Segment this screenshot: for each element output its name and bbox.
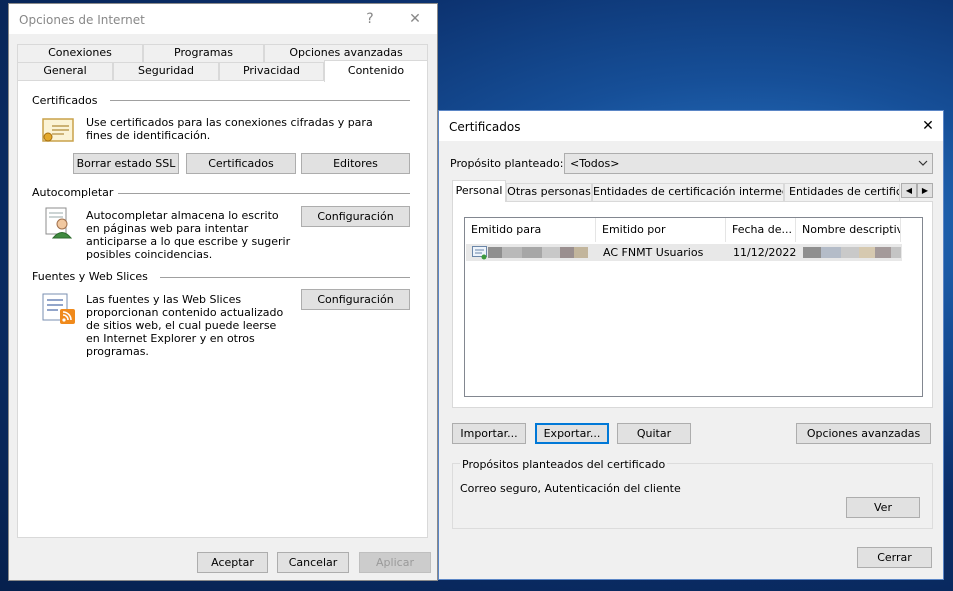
certificate-icon [42,117,74,148]
import-button[interactable]: Importar... [452,423,526,444]
tab-conexiones[interactable]: Conexiones [17,44,143,62]
redacted-name [522,247,542,258]
cancel-button[interactable]: Cancelar [277,552,349,573]
certificates-group-title: Certificados [32,94,102,107]
ok-button[interactable]: Aceptar [197,552,268,573]
tab-personal[interactable]: Personal [452,180,506,202]
tab-otras-personas[interactable]: Otras personas [506,183,592,201]
tab-entidades-raiz[interactable]: Entidades de certificac [784,183,900,201]
table-row[interactable]: AC FNMT Usuarios 11/12/2022 [466,244,902,261]
certificates-dialog: Certificados ✕ Propósito planteado: <Tod… [438,110,944,580]
group-divider [160,277,410,278]
redacted-friendly-name [891,247,901,258]
issued-by-cell: AC FNMT Usuarios [603,246,704,259]
redacted-friendly-name [859,247,875,258]
autocomplete-group-title: Autocompletar [32,186,118,199]
certificates-button[interactable]: Certificados [186,153,296,174]
certificate-list[interactable]: Emitido para Emitido por Fecha de... Nom… [464,217,923,397]
feeds-group-title: Fuentes y Web Slices [32,270,152,283]
tab-contenido[interactable]: Contenido [324,60,428,82]
feeds-description: Las fuentes y las Web Slices proporciona… [86,293,284,358]
internet-options-window: Opciones de Internet ? ✕ Conexiones Prog… [8,3,438,581]
redacted-name [542,247,560,258]
purposes-group-title: Propósitos planteados del certificado [460,458,668,471]
feeds-rss-icon [42,293,76,328]
column-header-date[interactable]: Fecha de... [726,218,796,242]
tab-scroll-left-icon[interactable]: ◀ [901,183,917,198]
tab-entidades-intermedias[interactable]: Entidades de certificación intermedias [592,183,784,201]
redacted-friendly-name [803,247,821,258]
column-header-friendly-name[interactable]: Nombre descriptivo [796,218,901,242]
redacted-friendly-name [875,247,891,258]
content-tab-panel: Certificados Use certificados para las c… [17,80,428,538]
remove-button[interactable]: Quitar [617,423,691,444]
dialog-title: Certificados [449,120,521,134]
title-bar: Opciones de Internet ? ✕ [9,4,437,34]
personal-tab-panel: Emitido para Emitido por Fecha de... Nom… [452,201,933,408]
tab-programas[interactable]: Programas [143,44,264,62]
purposes-value: Correo seguro, Autenticación del cliente [460,482,681,495]
export-button[interactable]: Exportar... [535,423,609,444]
tab-scroll-right-icon[interactable]: ▶ [917,183,933,198]
close-dialog-button[interactable]: Cerrar [857,547,932,568]
autocomplete-description: Autocompletar almacena lo escrito en pág… [86,209,291,261]
tab-general[interactable]: General [17,62,113,80]
redacted-name [574,247,588,258]
redacted-friendly-name [841,247,859,258]
tab-privacidad[interactable]: Privacidad [219,62,324,80]
purpose-label: Propósito planteado: [450,157,564,170]
date-cell: 11/12/2022 [733,246,797,259]
apply-button[interactable]: Aplicar [359,552,431,573]
certificate-purposes-group: Propósitos planteados del certificado Co… [452,458,933,529]
close-button[interactable]: ✕ [913,115,943,137]
purpose-select[interactable]: <Todos> [564,153,933,174]
advanced-options-button[interactable]: Opciones avanzadas [796,423,931,444]
redacted-name [502,247,522,258]
close-button[interactable]: ✕ [400,8,430,30]
window-title: Opciones de Internet [19,13,145,27]
redacted-name [560,247,574,258]
certificate-row-icon [472,245,488,263]
column-header-issued-to[interactable]: Emitido para [465,218,596,242]
purpose-select-value: <Todos> [570,157,620,170]
redacted-friendly-name [821,247,841,258]
group-divider [118,193,410,194]
publishers-button[interactable]: Editores [301,153,410,174]
column-header-issued-by[interactable]: Emitido por [596,218,726,242]
help-button[interactable]: ? [355,8,385,30]
tab-seguridad[interactable]: Seguridad [113,62,219,80]
redacted-name [488,247,502,258]
clear-ssl-state-button[interactable]: Borrar estado SSL [73,153,179,174]
feeds-settings-button[interactable]: Configuración [301,289,410,310]
chevron-down-icon [918,154,928,179]
autocomplete-settings-button[interactable]: Configuración [301,206,410,227]
group-divider [110,100,410,101]
autocomplete-user-icon [44,207,74,242]
title-bar: Certificados ✕ [439,111,943,141]
view-button[interactable]: Ver [846,497,920,518]
certificates-description: Use certificados para las conexiones cif… [86,116,373,142]
